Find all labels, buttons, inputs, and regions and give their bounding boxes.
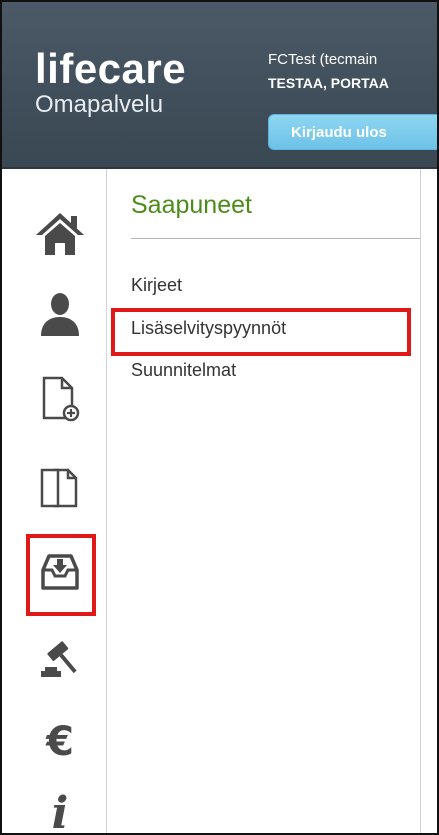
new-document-icon (42, 376, 80, 422)
logo-subtitle: Omapalvelu (35, 91, 164, 118)
sidebar-item-decisions[interactable] (27, 624, 93, 694)
logo-wordmark: lifecare (35, 45, 187, 92)
sidebar-item-inbox[interactable] (27, 537, 93, 607)
link-suunnitelmat[interactable]: Suunnitelmat (131, 360, 236, 381)
user-name: FCTest (tecmain (268, 51, 378, 68)
user-organization: TESTAA, PORTAA (268, 75, 389, 91)
section-title: Saapuneet (131, 191, 252, 219)
inbox-icon (41, 554, 79, 590)
app-window: lifecare Omapalvelu FCTest (tecmain TEST… (0, 0, 439, 835)
sidebar-item-new-application[interactable] (27, 364, 93, 434)
euro-icon: € (46, 719, 74, 765)
app-header: lifecare Omapalvelu FCTest (tecmain TEST… (2, 2, 437, 169)
gavel-icon (41, 641, 77, 677)
lifecare-logo[interactable]: lifecare Omapalvelu (35, 48, 186, 118)
info-icon: i (51, 788, 69, 835)
sidebar-item-payments[interactable]: € (27, 707, 93, 777)
sidebar-item-info[interactable]: i (27, 779, 93, 835)
link-lisaselvityspyynnot[interactable]: Lisäselvityspyynnöt (131, 318, 286, 339)
adjacent-panel-edge (420, 169, 437, 833)
sidebar-item-profile[interactable] (27, 279, 93, 349)
home-icon (36, 213, 84, 255)
sidebar-item-home[interactable] (27, 199, 93, 269)
link-kirjeet[interactable]: Kirjeet (131, 275, 182, 296)
main-content: Saapuneet Kirjeet Lisäselvityspyynnöt Su… (107, 169, 437, 833)
documents-icon (40, 468, 78, 508)
title-divider (131, 238, 421, 239)
logout-button[interactable]: Kirjaudu ulos (268, 114, 437, 150)
sidebar-nav: € i (2, 169, 107, 833)
sidebar-item-documents[interactable] (27, 452, 93, 522)
user-icon (41, 293, 79, 336)
